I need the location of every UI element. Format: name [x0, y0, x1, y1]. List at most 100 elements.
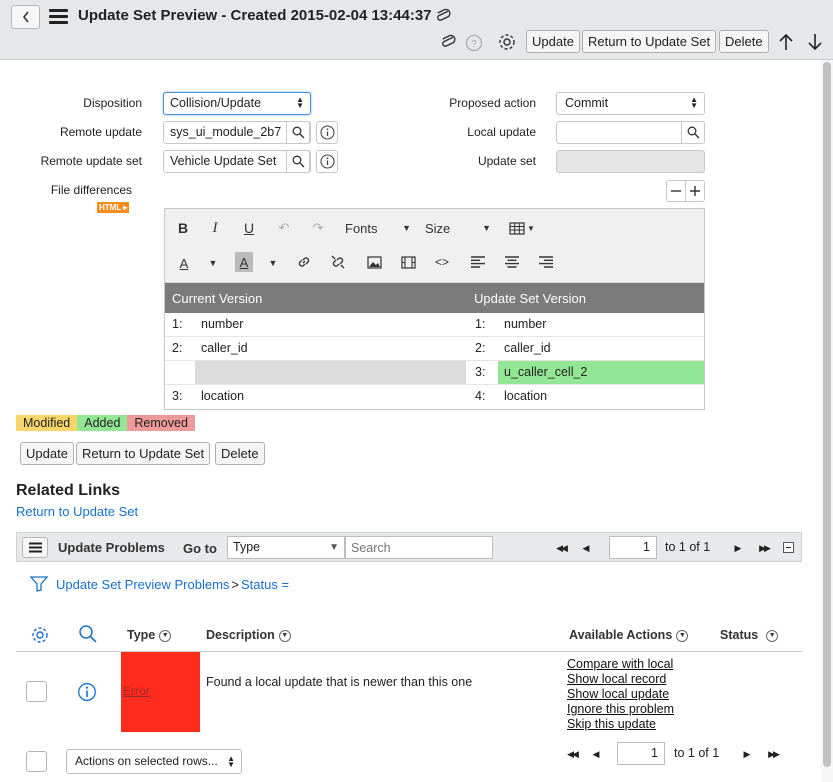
image-icon[interactable] — [365, 253, 383, 271]
show-local-record-link[interactable]: Show local record — [567, 672, 666, 686]
sort-icon[interactable]: ▼ — [159, 629, 172, 642]
table-icon[interactable]: ▼ — [505, 219, 539, 237]
goto-label: Go to — [183, 541, 217, 556]
arrow-down-icon[interactable] — [805, 31, 825, 53]
update-set-version-header: Update Set Version — [474, 291, 587, 306]
row-info-icon[interactable] — [77, 682, 97, 702]
bold-button[interactable]: B — [175, 219, 191, 237]
ignore-this-problem-link[interactable]: Ignore this problem — [567, 702, 674, 716]
line-number: 3: — [172, 389, 183, 403]
html-badge: HTML ▸ — [97, 202, 130, 213]
menu-icon[interactable] — [49, 9, 68, 25]
column-header-actions[interactable]: Available Actions ▼ — [569, 628, 689, 642]
line-number: 4: — [475, 389, 486, 403]
prev-page-icon[interactable]: ◀ — [579, 540, 593, 556]
remote-update-set-info-button[interactable] — [316, 150, 338, 173]
remote-update-info-button[interactable] — [316, 121, 338, 144]
goto-field-select[interactable]: Type ▼ — [227, 536, 345, 559]
delete-button[interactable]: Delete — [719, 30, 769, 53]
svg-text:?: ? — [471, 39, 477, 50]
next-page-icon[interactable]: ▶ — [740, 746, 754, 762]
gear-icon[interactable] — [496, 31, 518, 53]
breadcrumb-root[interactable]: Update Set Preview Problems — [56, 577, 229, 592]
redo-icon[interactable]: ↷ — [309, 219, 327, 237]
row-checkbox[interactable] — [26, 681, 47, 702]
search-icon[interactable] — [78, 624, 98, 644]
caret-down-icon: ▼ — [329, 542, 339, 553]
underline-button[interactable]: U — [241, 219, 257, 237]
video-icon[interactable] — [399, 253, 417, 271]
column-header-status[interactable]: Status ▼ — [720, 628, 779, 642]
remote-update-lookup-button[interactable] — [286, 121, 310, 144]
filter-icon[interactable] — [30, 576, 48, 592]
goto-field-value: Type — [233, 540, 261, 554]
fonts-dropdown[interactable]: Fonts ▼ — [345, 219, 413, 237]
column-header-type[interactable]: Type ▼ — [127, 628, 172, 642]
size-dropdown[interactable]: Size ▼ — [425, 219, 493, 237]
breadcrumb-filter[interactable]: Status = — [241, 577, 289, 592]
update-button[interactable]: Update — [20, 442, 74, 465]
list-menu-button[interactable] — [22, 537, 48, 558]
return-to-update-set-button[interactable]: Return to Update Set — [582, 30, 717, 53]
type-error-link[interactable]: Error — [123, 684, 150, 698]
undo-icon[interactable]: ↶ — [275, 219, 293, 237]
first-page-icon[interactable]: ◀◀ — [563, 746, 581, 762]
footer-page-input[interactable]: 1 — [617, 742, 665, 765]
paperclip-icon[interactable] — [437, 32, 459, 52]
diff-text: caller_id — [504, 341, 551, 355]
help-icon[interactable]: ? — [464, 33, 484, 53]
compare-with-local-link[interactable]: Compare with local — [567, 657, 673, 671]
minus-icon — [786, 546, 791, 549]
search-icon — [687, 126, 699, 139]
align-right-icon[interactable] — [537, 253, 555, 271]
expand-button[interactable] — [685, 180, 705, 202]
back-button[interactable] — [11, 5, 40, 29]
caret-down-icon[interactable]: ▼ — [207, 255, 219, 271]
background-color-button[interactable]: A — [235, 252, 253, 272]
caret-down-icon[interactable]: ▼ — [267, 255, 279, 271]
align-center-icon[interactable] — [503, 253, 521, 271]
arrow-up-icon[interactable] — [776, 31, 796, 53]
breadcrumb-separator: > — [231, 576, 240, 592]
unlink-icon[interactable] — [329, 253, 347, 271]
remote-update-label: Remote update — [59, 125, 142, 139]
list-search-input[interactable] — [345, 536, 493, 559]
collapse-list-button[interactable] — [783, 542, 794, 553]
column-header-description[interactable]: Description ▼ — [206, 628, 291, 642]
next-page-icon[interactable]: ▶ — [731, 540, 745, 556]
remote-update-set-lookup-button[interactable] — [286, 150, 310, 173]
actions-on-selected-select[interactable]: Actions on selected rows... ▲ ▼ — [66, 749, 242, 774]
return-to-update-set-link[interactable]: Return to Update Set — [16, 504, 138, 519]
update-set-label: Update set — [477, 154, 536, 168]
list-settings-gear-icon[interactable] — [30, 625, 50, 645]
update-button[interactable]: Update — [526, 30, 580, 53]
prev-page-icon[interactable]: ◀ — [589, 746, 603, 762]
return-to-update-set-button[interactable]: Return to Update Set — [76, 442, 211, 465]
sort-icon[interactable]: ▼ — [676, 629, 689, 642]
page-input[interactable]: 1 — [609, 536, 657, 559]
code-icon[interactable]: <> — [433, 253, 451, 271]
last-page-icon[interactable]: ▶▶ — [764, 746, 782, 762]
first-page-icon[interactable]: ◀◀ — [552, 540, 570, 556]
info-icon — [319, 154, 335, 169]
show-local-update-link[interactable]: Show local update — [567, 687, 669, 701]
last-page-icon[interactable]: ▶▶ — [755, 540, 773, 556]
select-all-checkbox[interactable] — [26, 751, 47, 772]
scrollbar-thumb[interactable] — [823, 62, 831, 767]
italic-button[interactable]: I — [207, 219, 223, 237]
proposed-action-select[interactable]: Commit ▲ ▼ — [556, 92, 705, 115]
collapse-button[interactable] — [666, 180, 686, 202]
link-icon[interactable] — [295, 253, 313, 271]
local-update-lookup-button[interactable] — [681, 121, 705, 144]
sort-icon[interactable]: ▼ — [766, 629, 779, 642]
skip-this-update-link[interactable]: Skip this update — [567, 717, 656, 731]
diff-text: number — [201, 317, 244, 331]
text-color-button[interactable]: A — [175, 253, 193, 273]
delete-button[interactable]: Delete — [215, 442, 265, 465]
align-left-icon[interactable] — [469, 253, 487, 271]
line-number: 2: — [475, 341, 486, 355]
sort-icon[interactable]: ▼ — [278, 629, 291, 642]
disposition-select[interactable]: Collision/Update ▲ ▼ — [163, 92, 311, 115]
paperclip-icon[interactable] — [432, 6, 454, 26]
select-arrows-icon: ▲ ▼ — [227, 754, 235, 769]
